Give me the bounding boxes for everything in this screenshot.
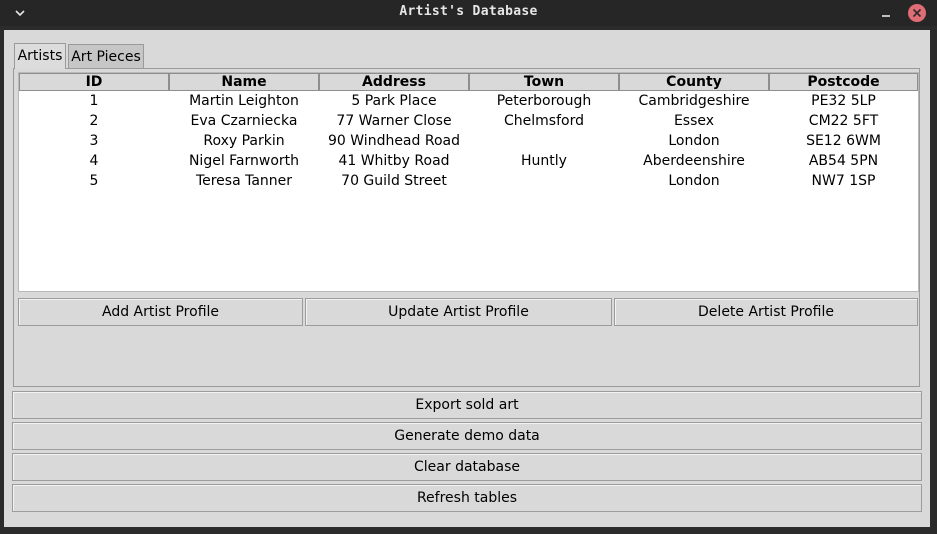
cell-town: Peterborough — [496, 93, 592, 109]
cell-name: Eva Czarniecka — [190, 113, 298, 129]
delete-artist-button[interactable]: Delete Artist Profile — [614, 298, 918, 326]
cell-town: Chelmsford — [504, 113, 584, 129]
cell-town — [469, 131, 619, 151]
cell-id: 4 — [89, 153, 99, 169]
generate-demo-data-button[interactable]: Generate demo data — [12, 422, 922, 450]
table-row[interactable]: 1 Martin Leighton 5 Park Place Peterboro… — [19, 91, 918, 111]
export-sold-art-button[interactable]: Export sold art — [12, 391, 922, 419]
column-header-name[interactable]: Name — [169, 73, 319, 91]
close-icon — [908, 4, 926, 22]
cell-county: Aberdeenshire — [643, 153, 745, 169]
title-bar[interactable]: Artist's Database — [0, 0, 937, 26]
cell-name: Martin Leighton — [189, 93, 299, 109]
column-header-address[interactable]: Address — [319, 73, 469, 91]
cell-county: Essex — [673, 113, 715, 129]
close-button[interactable] — [907, 3, 927, 23]
table-row[interactable]: 5 Teresa Tanner 70 Guild Street London N… — [19, 171, 918, 191]
clear-database-button[interactable]: Clear database — [12, 453, 922, 481]
cell-county: London — [668, 133, 720, 149]
table-header: ID Name Address Town County Postcode — [19, 73, 918, 91]
cell-address: 77 Warner Close — [336, 113, 452, 129]
refresh-tables-button[interactable]: Refresh tables — [12, 484, 922, 512]
column-header-town[interactable]: Town — [469, 73, 619, 91]
cell-name: Roxy Parkin — [203, 133, 285, 149]
main-panel: Artists Art Pieces ID Name Address Town … — [4, 30, 930, 527]
tab-artists[interactable]: Artists — [14, 43, 66, 69]
table-row[interactable]: 4 Nigel Farnworth 41 Whitby Road Huntly … — [19, 151, 918, 171]
cell-county: London — [668, 173, 720, 189]
artists-tab-pane: ID Name Address Town County Postcode 1 M… — [13, 68, 920, 387]
column-header-county[interactable]: County — [619, 73, 769, 91]
cell-county: Cambridgeshire — [638, 93, 750, 109]
cell-postcode: SE12 6WM — [806, 133, 881, 149]
cell-id: 2 — [89, 113, 99, 129]
cell-address: 70 Guild Street — [341, 173, 447, 189]
cell-address: 41 Whitby Road — [338, 153, 450, 169]
app-window: Artist's Database Artists Art Pieces ID … — [0, 0, 937, 534]
table-row[interactable]: 3 Roxy Parkin 90 Windhead Road London SE… — [19, 131, 918, 151]
cell-name: Nigel Farnworth — [188, 153, 300, 169]
cell-address: 5 Park Place — [351, 93, 437, 109]
cell-town — [469, 171, 619, 191]
cell-postcode: NW7 1SP — [811, 173, 876, 189]
column-header-postcode[interactable]: Postcode — [769, 73, 918, 91]
minimize-icon — [882, 15, 890, 17]
update-artist-button[interactable]: Update Artist Profile — [305, 298, 612, 326]
window-title: Artist's Database — [399, 4, 538, 19]
cell-id: 3 — [89, 133, 99, 149]
cell-postcode: CM22 5FT — [808, 113, 879, 129]
column-header-id[interactable]: ID — [19, 73, 169, 91]
tab-art-pieces[interactable]: Art Pieces — [68, 44, 144, 68]
add-artist-button[interactable]: Add Artist Profile — [18, 298, 303, 326]
cell-id: 5 — [89, 173, 99, 189]
cell-address: 90 Windhead Road — [328, 133, 460, 149]
artists-table[interactable]: ID Name Address Town County Postcode 1 M… — [18, 72, 919, 292]
cell-town: Huntly — [521, 153, 567, 169]
cell-postcode: AB54 5PN — [808, 153, 879, 169]
minimize-button[interactable] — [876, 3, 896, 23]
table-row[interactable]: 2 Eva Czarniecka 77 Warner Close Chelmsf… — [19, 111, 918, 131]
cell-name: Teresa Tanner — [195, 173, 293, 189]
cell-id: 1 — [89, 93, 99, 109]
cell-postcode: PE32 5LP — [811, 93, 876, 109]
